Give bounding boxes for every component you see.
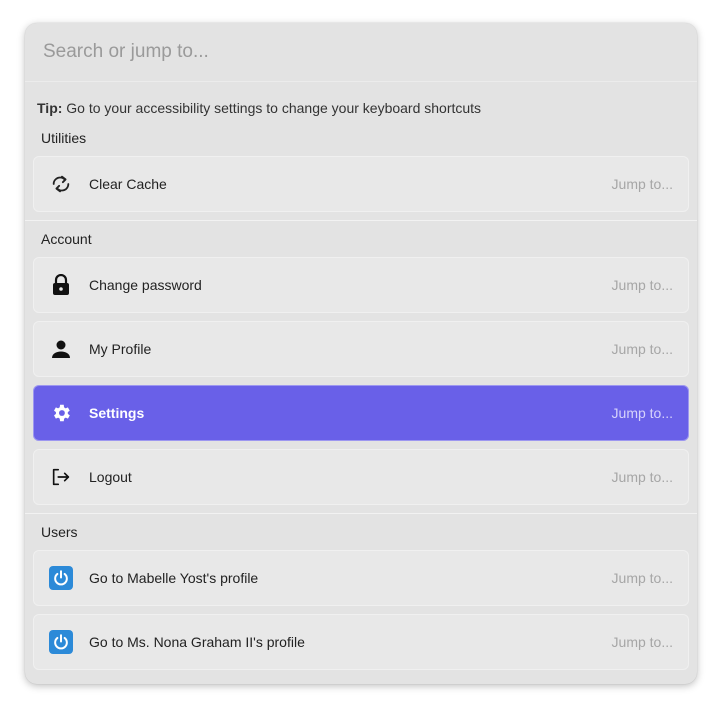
item-settings[interactable]: Settings Jump to...: [33, 385, 689, 441]
avatar: [33, 550, 89, 606]
tip-text: Tip: Go to your accessibility settings t…: [25, 82, 697, 120]
item-label: Settings: [89, 405, 145, 421]
lock-icon: [33, 257, 89, 313]
item-change-password[interactable]: Change password Jump to...: [33, 257, 689, 313]
item-label: Change password: [89, 277, 202, 293]
section-title-utilities: Utilities: [41, 130, 87, 146]
item-user-profile[interactable]: Go to Ms. Nona Graham II's profile Jump …: [33, 614, 689, 670]
logout-icon: [33, 449, 89, 505]
item-label: Go to Mabelle Yost's profile: [89, 570, 259, 586]
power-icon: [49, 566, 73, 590]
jump-hint: Jump to...: [611, 277, 673, 293]
search-bar: [25, 23, 697, 82]
jump-hint: Jump to...: [611, 570, 673, 586]
command-palette: Tip: Go to your accessibility settings t…: [25, 23, 697, 684]
refresh-icon: [33, 156, 89, 212]
jump-hint: Jump to...: [611, 634, 673, 650]
section-title-account: Account: [41, 231, 92, 247]
gear-icon: [33, 385, 89, 441]
jump-hint: Jump to...: [611, 405, 673, 421]
person-icon: [33, 321, 89, 377]
item-user-profile[interactable]: Go to Mabelle Yost's profile Jump to...: [33, 550, 689, 606]
avatar: [33, 614, 89, 670]
jump-hint: Jump to...: [611, 176, 673, 192]
item-logout[interactable]: Logout Jump to...: [33, 449, 689, 505]
search-input[interactable]: [41, 40, 645, 64]
item-label: Clear Cache: [89, 176, 167, 192]
section-title-users: Users: [41, 524, 78, 540]
item-label: My Profile: [89, 341, 152, 357]
jump-hint: Jump to...: [611, 469, 673, 485]
item-label: Go to Ms. Nona Graham II's profile: [89, 634, 305, 650]
item-label: Logout: [89, 469, 132, 485]
item-clear-cache[interactable]: Clear Cache Jump to...: [33, 156, 689, 212]
tip-message: Go to your accessibility settings to cha…: [62, 100, 482, 116]
jump-hint: Jump to...: [611, 341, 673, 357]
power-icon: [49, 630, 73, 654]
tip-label: Tip:: [37, 100, 63, 116]
item-my-profile[interactable]: My Profile Jump to...: [33, 321, 689, 377]
